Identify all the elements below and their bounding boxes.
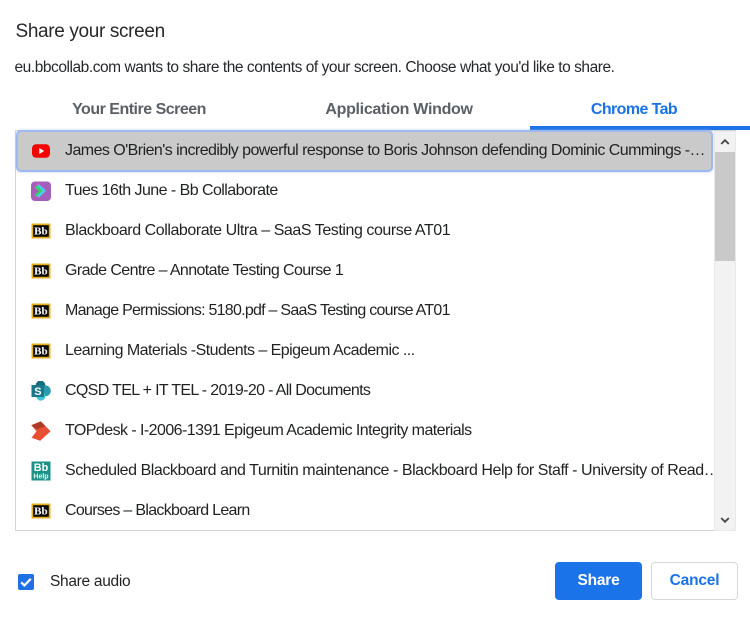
svg-text:Bb: Bb — [34, 506, 47, 518]
svg-text:Bb: Bb — [34, 306, 47, 318]
svg-text:Bb: Bb — [34, 346, 47, 358]
svg-text:Bb: Bb — [34, 266, 47, 278]
svg-text:Bb: Bb — [34, 226, 47, 238]
svg-text:Help: Help — [33, 474, 48, 481]
svg-text:Bb: Bb — [34, 462, 49, 474]
svg-text:S: S — [34, 386, 41, 398]
